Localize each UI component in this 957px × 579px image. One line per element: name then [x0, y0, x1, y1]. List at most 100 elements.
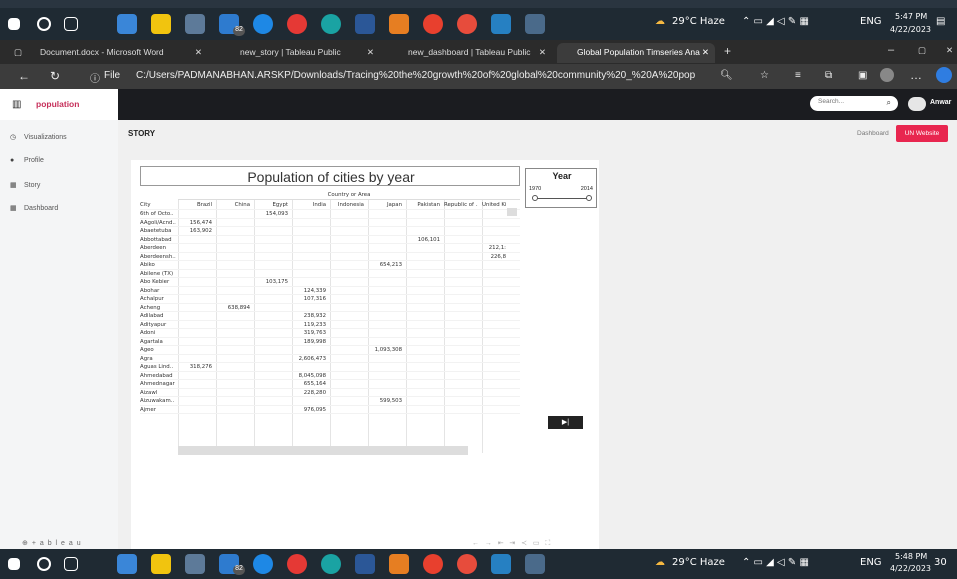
table-row[interactable]: Aberdeen 212,1: [140, 244, 520, 253]
search-icon[interactable]: ⌕ [887, 98, 891, 108]
collections-icon[interactable]: ⧉ [825, 70, 832, 81]
tab-new-dashboard[interactable]: new_dashboard | Tableau Public ✕ [384, 43, 552, 63]
table-row[interactable]: 6th of Octo.. 154,093 [140, 210, 520, 219]
table-row[interactable]: Aizuwakam.. 599,503 [140, 397, 520, 406]
apps-icon[interactable] [389, 554, 409, 574]
close-icon[interactable]: ✕ [539, 47, 546, 58]
edge-icon[interactable] [321, 554, 341, 574]
year-slider-track[interactable] [534, 198, 590, 199]
column-header[interactable]: City [140, 202, 176, 208]
chrome-alt-icon[interactable] [457, 14, 477, 34]
camera-icon[interactable] [185, 14, 205, 34]
vscode-icon[interactable] [491, 554, 511, 574]
comment-icon[interactable]: ▭ [533, 540, 540, 547]
tab-word-doc[interactable]: Document.docx - Microsoft Word ✕ [32, 43, 208, 63]
share-icon[interactable]: ≺ [521, 540, 527, 547]
table-row[interactable]: Ahmedabad 8,045,098 [140, 372, 520, 380]
table-row[interactable]: Agra 2,606,473 [140, 355, 520, 363]
zoom-icon[interactable]: 🔍︎ [720, 70, 733, 81]
more-icon[interactable]: … [910, 68, 922, 82]
tray-icons[interactable]: ⌃ ▭ ◢ ◁ ✎ ▦ [742, 557, 809, 568]
table-row[interactable]: Abiko 654,213 [140, 261, 520, 270]
task-view-icon[interactable] [64, 557, 78, 571]
table-row[interactable]: Abo Kebier 103,175 [140, 278, 520, 287]
file-explorer-icon[interactable] [117, 554, 137, 574]
column-header[interactable]: Brazil [178, 202, 212, 208]
table-row[interactable]: Agartala 189,998 [140, 338, 520, 346]
file-explorer-icon[interactable] [117, 14, 137, 34]
windows-start-icon[interactable] [8, 558, 20, 570]
clock-time[interactable]: 5:47 PM [895, 12, 927, 21]
column-header[interactable]: Republic of .. [444, 202, 478, 208]
tab-global-population[interactable]: Global Population Timseries Ana ✕ [557, 43, 715, 63]
favorites-list-icon[interactable]: ≡ [795, 70, 801, 81]
tableau-logo[interactable]: ⊕ + a b l e a u [22, 539, 82, 547]
table-row[interactable]: Achalpur 107,316 [140, 295, 520, 304]
table-row[interactable]: Aizawl 228,280 [140, 389, 520, 397]
camera-icon[interactable] [185, 554, 205, 574]
table-row[interactable]: Ajmer 976,095 [140, 406, 520, 414]
tray-icons[interactable]: ⌃ ▭ ◢ ◁ ✎ ▦ [742, 16, 809, 27]
tab-actions-icon[interactable]: ▢ [6, 43, 30, 63]
column-header[interactable]: Pakistan [406, 202, 440, 208]
search-icon[interactable] [37, 17, 51, 31]
un-website-button[interactable]: UN Website [896, 125, 948, 142]
revert-icon[interactable]: ⇤ [498, 540, 504, 547]
column-header[interactable]: Japan [368, 202, 402, 208]
close-icon[interactable]: ✕ [702, 47, 709, 58]
column-header[interactable]: India [292, 202, 326, 208]
lang-indicator[interactable]: ENG [860, 16, 882, 27]
column-header[interactable]: Egypt [254, 202, 288, 208]
search-input[interactable] [818, 98, 878, 105]
tab-new-story[interactable]: new_story | Tableau Public ✕ [212, 43, 380, 63]
store-icon[interactable] [151, 554, 171, 574]
back-icon[interactable]: ← [18, 69, 30, 83]
close-icon[interactable]: ✕ [195, 47, 202, 58]
column-header[interactable]: Indonesia [330, 202, 364, 208]
year-slider-max-handle[interactable] [586, 195, 592, 201]
bing-icon[interactable] [936, 67, 952, 83]
table-row[interactable]: Adityapur 119,233 [140, 321, 520, 329]
lang-indicator[interactable]: ENG [860, 557, 882, 568]
refresh-icon[interactable]: ↻ [50, 69, 60, 83]
year-slider-min-handle[interactable] [532, 195, 538, 201]
maximize-button[interactable]: ▢ [910, 41, 934, 61]
opera-icon[interactable] [423, 14, 443, 34]
table-row[interactable]: Aguas Lind.. 318,276 [140, 363, 520, 372]
table-row[interactable]: Abilene (TX) [140, 270, 520, 278]
dashboard-link[interactable]: Dashboard [857, 130, 889, 137]
edge-icon[interactable] [321, 14, 341, 34]
fullscreen-icon[interactable]: ⛶ [545, 540, 550, 547]
app-icon[interactable] [253, 554, 273, 574]
network-app-icon[interactable] [525, 14, 545, 34]
table-row[interactable]: Adilabad 238,932 [140, 312, 520, 321]
table-row[interactable]: Abaetetuba 163,902 [140, 227, 520, 236]
notification-icon[interactable]: ▤ [936, 16, 945, 27]
sidebar-item-story[interactable]: ▦ Story [10, 181, 40, 189]
minimize-button[interactable]: – [880, 40, 902, 60]
weather-text[interactable]: 29°C Haze [672, 557, 725, 568]
redo-icon[interactable]: → [485, 540, 492, 547]
store-icon[interactable] [151, 14, 171, 34]
new-tab-button[interactable]: + [716, 40, 739, 60]
sidebar-item-dashboard[interactable]: ▦ Dashboard [10, 204, 58, 212]
table-row[interactable]: AAgoli/Acnd.. 156,474 [140, 219, 520, 227]
notification-icon[interactable]: 30 [934, 557, 947, 568]
task-view-icon[interactable] [64, 17, 78, 31]
avatar[interactable] [908, 97, 926, 111]
search-box[interactable]: ⌕ [810, 96, 898, 111]
sidebar-item-profile[interactable]: ● Profile [10, 157, 44, 164]
screenshot-icon[interactable]: ▣ [858, 70, 867, 81]
opera-icon[interactable] [423, 554, 443, 574]
app-icon[interactable] [253, 14, 273, 34]
close-icon[interactable]: ✕ [367, 47, 374, 58]
sidebar-item-visualizations[interactable]: ◷ Visualizations [10, 133, 67, 141]
apps-icon[interactable] [389, 14, 409, 34]
play-button[interactable]: ▶| [548, 416, 583, 429]
favorite-icon[interactable]: ☆ [760, 70, 769, 81]
clock-date[interactable]: 4/22/2023 [890, 564, 931, 573]
info-icon[interactable]: ⓘ [90, 70, 100, 85]
pause-icon[interactable]: ⇥ [509, 540, 515, 547]
weather-text[interactable]: 29°C Haze [672, 16, 725, 27]
word-icon[interactable] [355, 14, 375, 34]
